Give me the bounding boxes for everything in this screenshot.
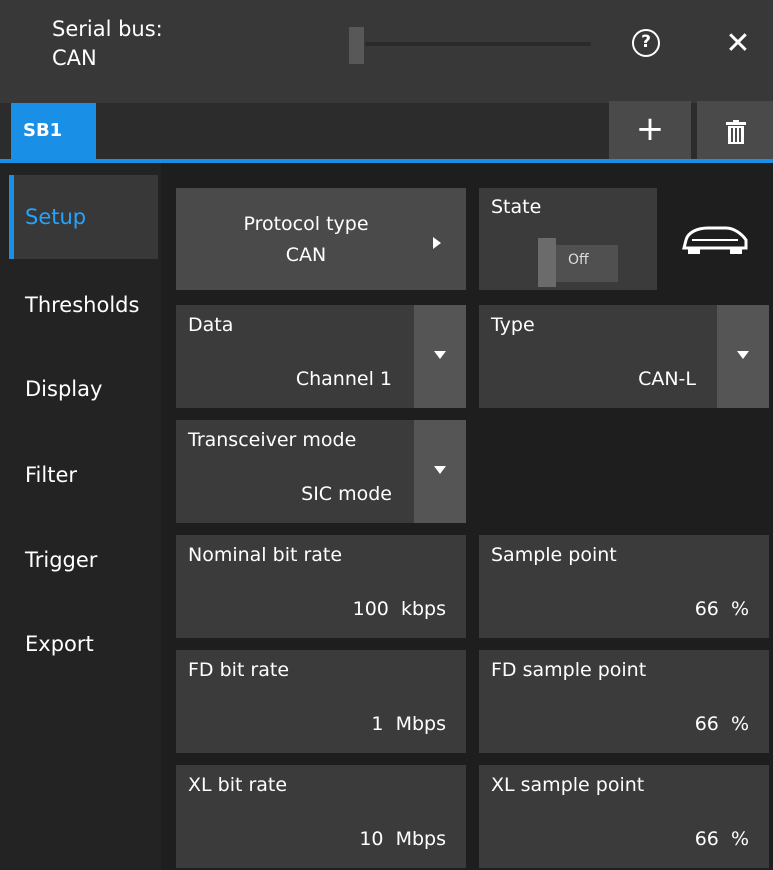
car-icon (682, 226, 748, 254)
xl-bit-rate-value: 10 Mbps (359, 828, 446, 850)
type-label: Type (491, 314, 535, 336)
type-value: CAN-L (638, 368, 696, 390)
chevron-down-icon (737, 351, 749, 359)
sidebar-item-trigger[interactable]: Trigger (9, 518, 158, 602)
sample-point-label: Sample point (491, 544, 617, 566)
data-source-value: Channel 1 (295, 368, 392, 390)
state-toggle-label: Off (568, 252, 589, 268)
sidebar-item-display[interactable]: Display (9, 347, 158, 431)
fd-bit-rate-value: 1 Mbps (371, 713, 446, 735)
nominal-bit-rate-value: 100 kbps (352, 598, 446, 620)
close-icon[interactable]: ✕ (723, 27, 753, 61)
dialog-subtitle: CAN (52, 46, 97, 70)
state-label: State (491, 196, 542, 218)
trash-icon (726, 120, 746, 144)
help-icon[interactable]: ? (632, 29, 660, 57)
sidebar-active-indicator (9, 175, 14, 259)
state-toggle-thumb[interactable] (538, 238, 556, 287)
sidebar-item-export[interactable]: Export (9, 602, 158, 686)
data-source-label: Data (188, 314, 234, 336)
sidebar-item-filter[interactable]: Filter (9, 433, 158, 517)
xl-sample-point-label: XL sample point (491, 774, 645, 796)
protocol-type-value: CAN (285, 244, 327, 266)
chevron-right-icon (433, 237, 441, 249)
sidebar-item-thresholds[interactable]: Thresholds (9, 263, 158, 347)
fd-sample-point-value: 66 % (694, 713, 749, 735)
fd-sample-point-label: FD sample point (491, 659, 647, 681)
xl-sample-point-value: 66 % (694, 828, 749, 850)
fd-bit-rate-label: FD bit rate (188, 659, 290, 681)
add-bus-button[interactable]: + (609, 101, 691, 159)
protocol-type-button[interactable] (176, 188, 466, 290)
nominal-bit-rate-label: Nominal bit rate (188, 544, 343, 566)
transparency-slider-track[interactable] (365, 42, 591, 46)
xl-bit-rate-label: XL bit rate (188, 774, 288, 796)
sample-point-value: 66 % (694, 598, 749, 620)
sidebar-item-setup[interactable]: Setup (9, 175, 158, 259)
protocol-type-label: Protocol type (243, 213, 369, 235)
transceiver-mode-value: SIC mode (301, 483, 392, 505)
chevron-down-icon (434, 466, 446, 474)
chevron-down-icon (434, 351, 446, 359)
tab-sb1[interactable]: SB1 (11, 103, 96, 159)
transparency-slider-handle[interactable] (349, 27, 364, 64)
transceiver-mode-label: Transceiver mode (188, 429, 357, 451)
dialog-title: Serial bus: (52, 17, 163, 41)
